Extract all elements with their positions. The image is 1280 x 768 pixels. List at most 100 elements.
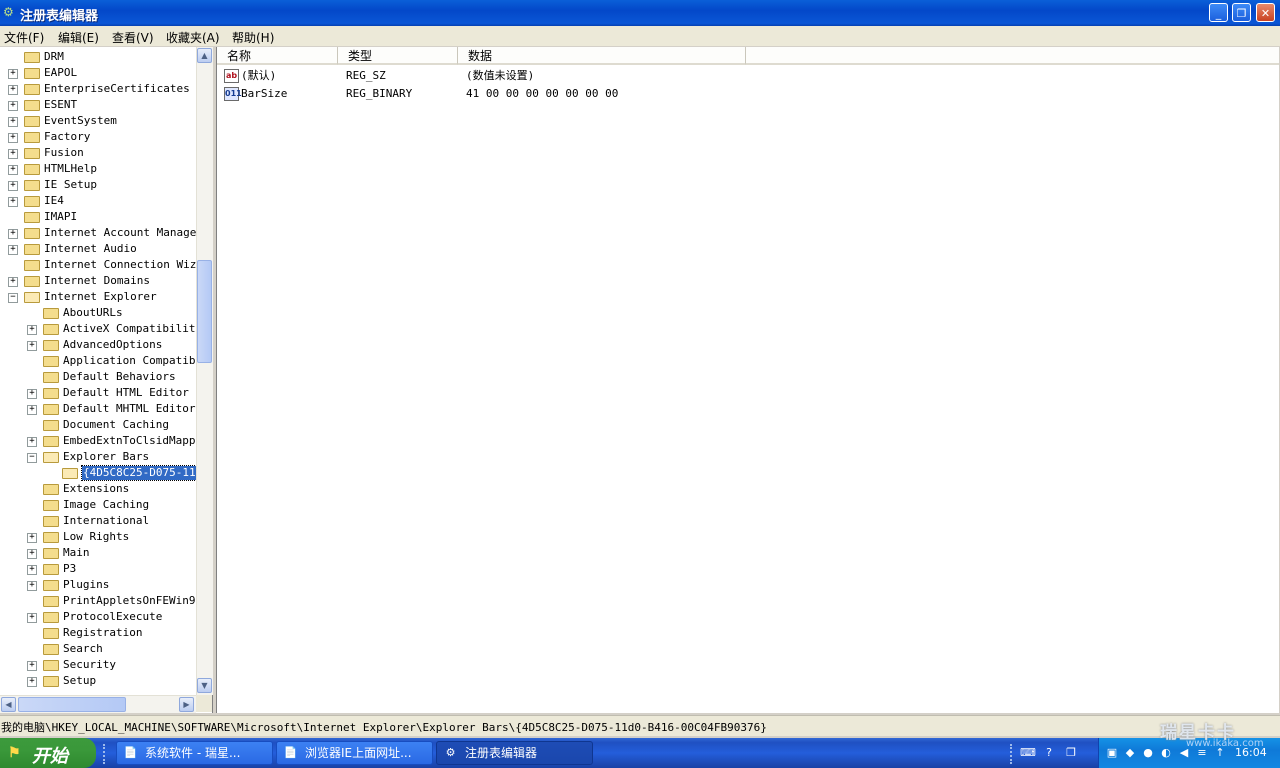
column-header-name[interactable]: 名称 bbox=[217, 47, 338, 65]
expand-icon[interactable]: + bbox=[27, 533, 37, 543]
tree-node[interactable]: + Security bbox=[0, 657, 196, 673]
tree-node[interactable]: + Internet Domains bbox=[0, 273, 196, 289]
expand-icon[interactable]: + bbox=[27, 661, 37, 671]
values-list-pane[interactable]: 名称 类型 数据 ab (默认) REG_SZ (数值未设置) 011 BarSize RE… bbox=[216, 47, 1279, 713]
expand-icon[interactable]: + bbox=[27, 613, 37, 623]
tree-vscroll-thumb[interactable] bbox=[197, 260, 212, 363]
tree-node[interactable]: + EventSystem bbox=[0, 113, 196, 129]
expand-icon[interactable]: + bbox=[27, 341, 37, 351]
tree-node[interactable]: + P3 bbox=[0, 561, 196, 577]
tree-node[interactable]: Document Caching bbox=[0, 417, 196, 433]
collapse-icon[interactable]: − bbox=[27, 453, 37, 463]
volume-icon[interactable]: ◀ bbox=[1177, 746, 1191, 760]
expand-icon[interactable]: + bbox=[27, 549, 37, 559]
tree-node[interactable]: Application Compatibil bbox=[0, 353, 209, 369]
expand-icon[interactable]: + bbox=[8, 117, 18, 127]
column-header-type[interactable]: 类型 bbox=[338, 47, 458, 65]
tree-node[interactable]: International bbox=[0, 513, 196, 529]
menu-help[interactable]: 帮助(H) bbox=[232, 29, 274, 46]
tree-node[interactable]: + IE4 bbox=[0, 193, 196, 209]
column-header-data[interactable]: 数据 bbox=[458, 47, 746, 65]
tree-node[interactable]: + AdvancedOptions bbox=[0, 337, 196, 353]
minimize-button[interactable]: _ bbox=[1209, 3, 1228, 22]
help-icon[interactable]: ? bbox=[1042, 746, 1056, 760]
restore-windows-icon[interactable]: ❐ bbox=[1064, 746, 1078, 760]
tree-node[interactable]: + Internet Account Manager bbox=[0, 225, 203, 241]
menu-file[interactable]: 文件(F) bbox=[4, 29, 44, 46]
start-button[interactable]: ⚑ 开始 bbox=[0, 738, 96, 768]
task-button-registry-editor[interactable]: ⚙ 注册表编辑器 bbox=[436, 741, 593, 765]
tree-node[interactable]: Extensions bbox=[0, 481, 196, 497]
tree-node[interactable]: + EAPOL bbox=[0, 65, 196, 81]
clock[interactable]: 16:04 bbox=[1235, 746, 1267, 759]
expand-icon[interactable]: + bbox=[8, 149, 18, 159]
tree-node[interactable]: Registration bbox=[0, 625, 196, 641]
tree-node[interactable]: + Setup bbox=[0, 673, 196, 689]
tree-node[interactable]: Search bbox=[0, 641, 196, 657]
tree-node[interactable]: + Default MHTML Editor bbox=[0, 401, 196, 417]
tree-node[interactable]: − Internet Explorer bbox=[0, 289, 196, 305]
menu-edit[interactable]: 编辑(E) bbox=[58, 29, 99, 46]
expand-icon[interactable]: + bbox=[27, 581, 37, 591]
tree-node[interactable]: DRM bbox=[0, 49, 196, 65]
expand-icon[interactable]: + bbox=[8, 245, 18, 255]
tree-node[interactable]: + HTMLHelp bbox=[0, 161, 196, 177]
tree-node[interactable]: − Explorer Bars bbox=[0, 449, 196, 465]
tree-hscroll-thumb[interactable] bbox=[18, 697, 126, 712]
restore-button[interactable]: ❐ bbox=[1232, 3, 1251, 22]
tree-node[interactable]: + EmbedExtnToClsidMappin bbox=[0, 433, 209, 449]
tree-node[interactable]: + Internet Audio bbox=[0, 241, 196, 257]
scroll-up-icon[interactable]: ▲ bbox=[197, 48, 212, 63]
expand-icon[interactable]: + bbox=[27, 677, 37, 687]
tree-node[interactable]: + Plugins bbox=[0, 577, 196, 593]
expand-icon[interactable]: + bbox=[8, 181, 18, 191]
tree-vertical-scrollbar[interactable]: ▲ ▼ bbox=[196, 47, 213, 695]
expand-icon[interactable]: + bbox=[8, 85, 18, 95]
expand-icon[interactable]: + bbox=[8, 197, 18, 207]
tree-node[interactable]: Internet Connection Wizar bbox=[0, 257, 210, 273]
shield-icon[interactable]: ◆ bbox=[1123, 746, 1137, 760]
scroll-right-icon[interactable]: ▶ bbox=[179, 697, 194, 712]
value-row[interactable]: ab (默认) REG_SZ (数值未设置) bbox=[221, 68, 1271, 85]
expand-icon[interactable]: + bbox=[27, 389, 37, 399]
tree-node[interactable]: AboutURLs bbox=[0, 305, 196, 321]
expand-icon[interactable]: + bbox=[27, 325, 37, 335]
tree-node[interactable]: + Low Rights bbox=[0, 529, 196, 545]
tree-node[interactable]: + Fusion bbox=[0, 145, 196, 161]
tree-horizontal-scrollbar[interactable]: ◀ ▶ bbox=[0, 695, 196, 713]
tree-node[interactable]: + ActiveX Compatibility bbox=[0, 321, 202, 337]
tree-node[interactable]: + ESENT bbox=[0, 97, 196, 113]
collapse-icon[interactable]: − bbox=[8, 293, 18, 303]
expand-icon[interactable]: + bbox=[8, 229, 18, 239]
expand-icon[interactable]: + bbox=[8, 165, 18, 175]
antivirus-icon[interactable]: ● bbox=[1141, 746, 1155, 760]
toolbar-grip[interactable] bbox=[1010, 744, 1015, 764]
close-button[interactable]: ✕ bbox=[1256, 3, 1275, 22]
tree-node[interactable]: + EnterpriseCertificates bbox=[0, 81, 196, 97]
update-icon[interactable]: ↑ bbox=[1213, 746, 1227, 760]
expand-icon[interactable]: + bbox=[8, 277, 18, 287]
registry-key-tree[interactable]: DRM + EAPOL + EnterpriseCertificates + ESENT + E… bbox=[0, 47, 213, 713]
expand-icon[interactable]: + bbox=[8, 133, 18, 143]
tree-node[interactable]: + Default HTML Editor bbox=[0, 385, 196, 401]
scroll-left-icon[interactable]: ◀ bbox=[1, 697, 16, 712]
tree-node[interactable]: + Main bbox=[0, 545, 196, 561]
tree-node[interactable]: + IE Setup bbox=[0, 177, 196, 193]
title-bar[interactable]: ⚙ 注册表编辑器 _ ❐ ✕ bbox=[0, 0, 1280, 26]
monitor-icon[interactable]: ◐ bbox=[1159, 746, 1173, 760]
task-button-browser[interactable]: 📄 浏览器IE上面网址... bbox=[276, 741, 433, 765]
tree-node[interactable]: Image Caching bbox=[0, 497, 196, 513]
scroll-down-icon[interactable]: ▼ bbox=[197, 678, 212, 693]
expand-icon[interactable]: + bbox=[27, 405, 37, 415]
menu-view[interactable]: 查看(V) bbox=[112, 29, 154, 46]
expand-icon[interactable]: + bbox=[8, 69, 18, 79]
expand-icon[interactable]: + bbox=[27, 565, 37, 575]
expand-icon[interactable]: + bbox=[8, 101, 18, 111]
network-icon[interactable]: ▣ bbox=[1105, 746, 1119, 760]
task-button-system-software[interactable]: 📄 系统软件 - 瑞星... bbox=[116, 741, 273, 765]
value-row[interactable]: 011 BarSize REG_BINARY 41 00 00 00 00 00 00… bbox=[221, 86, 1271, 103]
menu-favorites[interactable]: 收藏夹(A) bbox=[166, 29, 220, 46]
taskbar-grip[interactable] bbox=[103, 744, 108, 764]
tree-node[interactable]: {4D5C8C25-D075-11d0 bbox=[0, 465, 211, 481]
tree-node[interactable]: IMAPI bbox=[0, 209, 196, 225]
